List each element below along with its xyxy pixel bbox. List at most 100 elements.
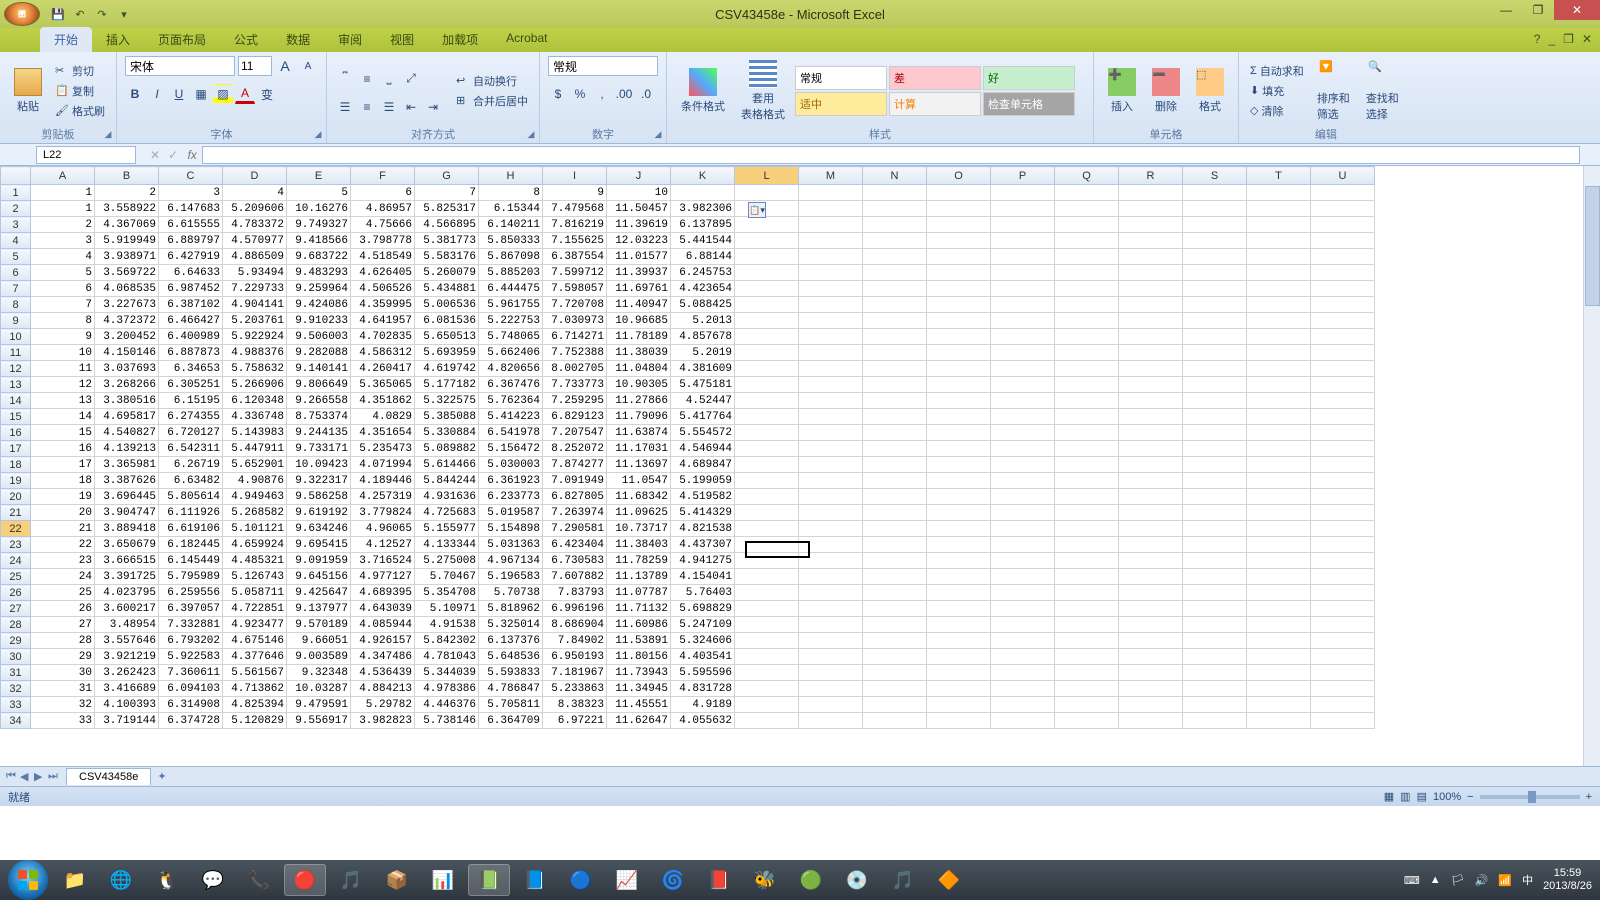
cell[interactable] [1183,537,1247,553]
cell[interactable] [863,217,927,233]
cell[interactable]: 7.091949 [543,473,607,489]
cell[interactable]: 10.73717 [607,521,671,537]
cell[interactable]: 6.120348 [223,393,287,409]
spreadsheet-grid[interactable]: ABCDEFGHIJKLMNOPQRSTU112345678910213.558… [0,166,1600,766]
cell[interactable] [927,569,991,585]
cell[interactable] [735,457,799,473]
cell[interactable]: 5.738146 [415,713,479,729]
maximize-button[interactable]: ❐ [1522,0,1554,20]
cell[interactable]: 3.037693 [95,361,159,377]
cell[interactable] [1055,681,1119,697]
cell[interactable] [863,489,927,505]
cell[interactable] [927,649,991,665]
cell[interactable] [1311,457,1375,473]
cell[interactable] [1247,569,1311,585]
cell[interactable]: 4.367069 [95,217,159,233]
cell[interactable]: 4.643039 [351,601,415,617]
cell[interactable] [1183,601,1247,617]
cell[interactable] [1247,473,1311,489]
cell[interactable]: 5.381773 [415,233,479,249]
cell[interactable]: 26 [31,601,95,617]
cell[interactable] [1055,489,1119,505]
col-header-I[interactable]: I [543,167,607,185]
cell[interactable]: 6 [31,281,95,297]
col-header-D[interactable]: D [223,167,287,185]
cell[interactable]: 4.967134 [479,553,543,569]
cell[interactable]: 3.798778 [351,233,415,249]
close-button[interactable]: ✕ [1554,0,1600,20]
cell[interactable]: 6.387102 [159,297,223,313]
cell[interactable]: 4.485321 [223,553,287,569]
cell[interactable]: 6.64633 [159,265,223,281]
cell[interactable] [1247,665,1311,681]
cell[interactable] [1183,585,1247,601]
cell[interactable]: 8.686904 [543,617,607,633]
cell[interactable]: 28 [31,633,95,649]
cell[interactable]: 6.720127 [159,425,223,441]
cell[interactable]: 5.842302 [415,633,479,649]
dialog-launcher-icon[interactable]: ◢ [652,129,664,141]
cell[interactable] [991,553,1055,569]
cell[interactable] [1247,377,1311,393]
cell[interactable] [863,233,927,249]
cell[interactable] [735,329,799,345]
cell[interactable]: 4.619742 [415,361,479,377]
indent-dec-button[interactable]: ⇤ [401,97,421,117]
cell[interactable] [1311,377,1375,393]
cell[interactable] [863,665,927,681]
cell[interactable]: 6.314908 [159,697,223,713]
cell[interactable] [1055,617,1119,633]
cell[interactable]: 6.367476 [479,377,543,393]
cell[interactable]: 11.50457 [607,201,671,217]
qat-dropdown-icon[interactable]: ▾ [116,6,132,22]
cell[interactable]: 3.200452 [95,329,159,345]
cell[interactable]: 9.556917 [287,713,351,729]
cell[interactable]: 7.874277 [543,457,607,473]
dialog-launcher-icon[interactable]: ◢ [525,129,537,141]
cell[interactable] [1119,441,1183,457]
tab-视图[interactable]: 视图 [376,27,428,52]
cell[interactable]: 7.84902 [543,633,607,649]
taskbar-app-1[interactable]: 🌐 [100,864,142,896]
taskbar-app-14[interactable]: 📕 [698,864,740,896]
cell[interactable]: 11.63874 [607,425,671,441]
ribbon-min-icon[interactable]: _ [1548,32,1555,46]
row-header-30[interactable]: 30 [1,649,31,665]
cell[interactable]: 9 [31,329,95,345]
cell[interactable]: 5.650513 [415,329,479,345]
cell[interactable] [991,281,1055,297]
cell[interactable]: 4.641957 [351,313,415,329]
cell[interactable]: 4.377646 [223,649,287,665]
cell[interactable]: 3.982823 [351,713,415,729]
cell[interactable] [863,297,927,313]
cell[interactable] [799,409,863,425]
cell[interactable]: 5.414223 [479,409,543,425]
cell[interactable] [799,313,863,329]
cell[interactable]: 10 [31,345,95,361]
cell[interactable]: 7.479568 [543,201,607,217]
cell[interactable] [1311,713,1375,729]
cell[interactable] [991,441,1055,457]
cell[interactable]: 3.48954 [95,617,159,633]
cell[interactable] [863,185,927,201]
sort-filter-button[interactable]: 🔽排序和 筛选 [1311,58,1356,124]
cell[interactable] [1055,217,1119,233]
cell[interactable]: 5.561567 [223,665,287,681]
cell[interactable]: 5.441544 [671,233,735,249]
cell[interactable]: 3.982306 [671,201,735,217]
border-button[interactable]: ▦ [191,84,211,104]
cell[interactable]: 5.698829 [671,601,735,617]
row-header-28[interactable]: 28 [1,617,31,633]
cell[interactable]: 10.09423 [287,457,351,473]
cell[interactable]: 5.266906 [223,377,287,393]
cell[interactable]: 5.143983 [223,425,287,441]
cell[interactable] [1311,313,1375,329]
cell[interactable]: 5.795989 [159,569,223,585]
cell[interactable] [863,521,927,537]
row-header-7[interactable]: 7 [1,281,31,297]
cell[interactable] [735,665,799,681]
cell[interactable]: 6.374728 [159,713,223,729]
cell[interactable]: 4.713862 [223,681,287,697]
cell[interactable] [927,601,991,617]
cell[interactable]: 4.437307 [671,537,735,553]
